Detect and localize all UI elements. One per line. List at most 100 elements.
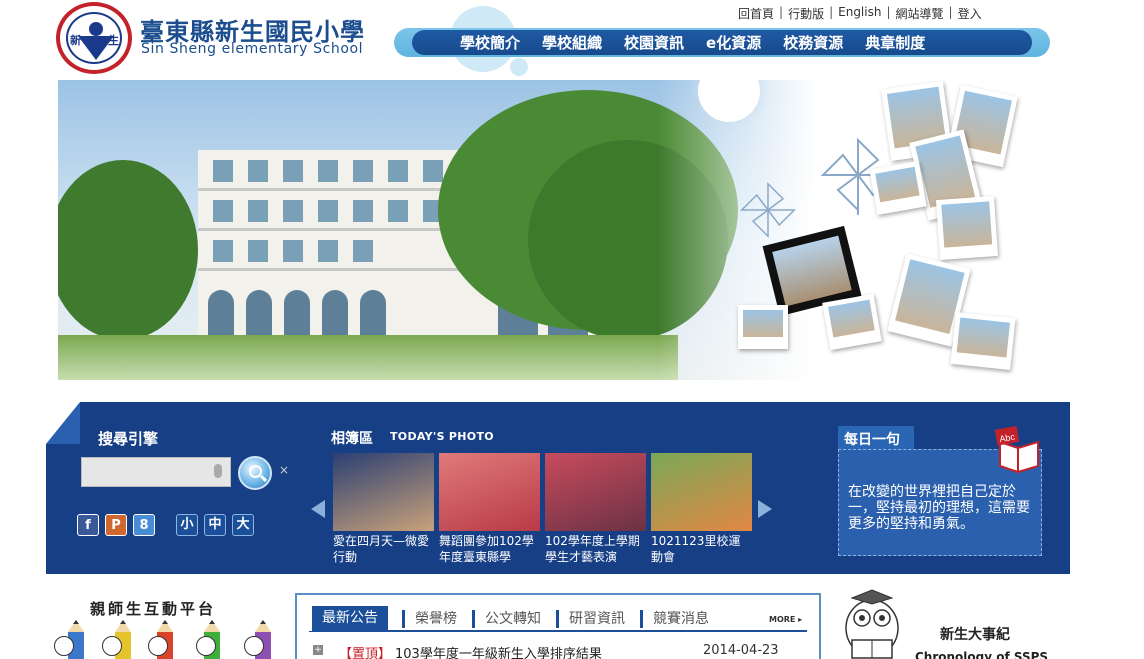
building-window — [248, 240, 268, 262]
top-link-sitemap[interactable]: 網站導覽 — [896, 5, 944, 22]
search-input[interactable] — [81, 457, 231, 487]
building-window — [248, 160, 268, 182]
photo-image — [875, 166, 920, 203]
owl-professor-icon[interactable] — [834, 588, 910, 659]
photo-image — [941, 201, 993, 248]
nav-campus-info[interactable]: 校園資訊 — [624, 32, 684, 53]
clear-search-icon[interactable]: × — [279, 463, 289, 477]
album-photo[interactable] — [333, 453, 434, 531]
search-button[interactable] — [238, 456, 272, 490]
logo-char-right: 生 — [108, 34, 119, 47]
nav-e-resources[interactable]: e化資源 — [706, 32, 761, 53]
album-next-arrow-icon[interactable] — [758, 500, 772, 518]
logo-char-left: 新 — [70, 34, 81, 47]
top-links: 回首頁 | 行動版 | English | 網站導覽 | 登入 — [738, 5, 982, 22]
search-icon-handle — [259, 474, 268, 483]
news-date: 2014-04-23 — [703, 643, 779, 658]
search-title: 搜尋引擎 — [98, 430, 159, 448]
nav-organization[interactable]: 學校組織 — [542, 32, 602, 53]
banner-photo — [950, 312, 1016, 370]
photo-image — [828, 299, 875, 338]
logo-dot — [89, 22, 103, 36]
font-size-small-button[interactable]: 小 — [176, 514, 198, 536]
student-face-icon — [148, 636, 168, 656]
building-arch — [322, 290, 348, 336]
student-face-icon — [54, 636, 74, 656]
album-photo[interactable] — [439, 453, 540, 531]
album-caption[interactable]: 舞蹈團參加102學年度臺東縣學 — [439, 533, 540, 565]
album-subtitle: TODAY'S PHOTO — [390, 430, 494, 443]
facebook-icon[interactable]: f — [77, 514, 99, 536]
microphone-icon[interactable] — [214, 464, 222, 478]
nav-admin-resources[interactable]: 校務資源 — [783, 32, 843, 53]
campus-banner — [58, 80, 1053, 380]
chronicle-subtitle: Chronology of SSPS — [915, 650, 1049, 659]
plurk-icon[interactable]: P — [105, 514, 127, 536]
daily-quote-title: 每日一句 — [838, 426, 914, 450]
decor-bubble — [510, 58, 528, 76]
album-caption[interactable]: 愛在四月天—微愛行動 — [333, 533, 434, 565]
album-photo[interactable] — [545, 453, 646, 531]
building-arch — [360, 290, 386, 336]
building-window — [283, 160, 303, 182]
top-link-english[interactable]: English — [838, 5, 881, 22]
font-size-large-button[interactable]: 大 — [232, 514, 254, 536]
page: 新 生 臺東縣新生國民小學 Sin Sheng elementary Schoo… — [0, 0, 1144, 659]
google-plus-icon[interactable]: 8 — [133, 514, 155, 536]
building-window — [423, 160, 443, 182]
nav-about[interactable]: 學校簡介 — [460, 32, 520, 53]
tab-honors[interactable]: 榮譽榜 — [402, 609, 466, 628]
separator: | — [829, 5, 834, 19]
top-link-mobile[interactable]: 行動版 — [788, 5, 824, 22]
building-arch — [284, 290, 310, 336]
news-title[interactable]: 103學年度一年級新生入學排序結果 — [395, 643, 602, 659]
plus-icon: + — [313, 645, 323, 655]
news-pinned-tag: 【置頂】 — [339, 647, 392, 659]
photo-image — [772, 235, 852, 307]
separator: | — [886, 5, 891, 19]
panel-corner — [46, 402, 80, 444]
banner-photo — [738, 305, 788, 349]
student-face-icon — [244, 636, 264, 656]
building-window — [318, 160, 338, 182]
building-window — [213, 200, 233, 222]
interaction-platform-title[interactable]: 親師生互動平台 — [90, 598, 216, 619]
nav-regulations[interactable]: 典章制度 — [865, 32, 925, 53]
building-window — [353, 160, 373, 182]
building-window — [353, 200, 373, 222]
pinwheel-icon — [739, 181, 797, 239]
album-prev-arrow-icon[interactable] — [311, 500, 325, 518]
album-photo[interactable] — [651, 453, 752, 531]
tab-documents[interactable]: 公文轉知 — [472, 609, 550, 628]
student-face-icon — [196, 636, 216, 656]
building-window — [213, 160, 233, 182]
student-face-icon — [102, 636, 122, 656]
building-window — [318, 200, 338, 222]
banner-photo — [935, 196, 999, 260]
banner-lawn — [58, 335, 678, 380]
book-icon: Abc — [994, 426, 1039, 474]
tab-latest-news[interactable]: 最新公告 — [309, 606, 388, 631]
logo-emblem: 新 生 — [66, 12, 122, 64]
top-link-home[interactable]: 回首頁 — [738, 5, 774, 22]
tab-workshops[interactable]: 研習資訊 — [556, 609, 634, 628]
photo-image — [956, 317, 1011, 358]
main-nav-bar: 學校簡介 學校組織 校園資訊 e化資源 校務資源 典章制度 — [412, 30, 1032, 55]
building-window — [213, 240, 233, 262]
album-title: 相簿區 — [331, 431, 373, 447]
banner-photo — [869, 161, 927, 215]
top-link-login[interactable]: 登入 — [958, 5, 982, 22]
school-logo[interactable]: 新 生 — [56, 2, 132, 74]
main-nav: 學校簡介 學校組織 校園資訊 e化資源 校務資源 典章制度 — [394, 28, 1050, 57]
separator: | — [779, 5, 784, 19]
tab-competitions[interactable]: 競賽消息 — [640, 609, 718, 628]
news-item[interactable]: + 【置頂】 103學年度一年級新生入學排序結果 2014-04-23 — [313, 643, 809, 659]
album-caption[interactable]: 1021123里校運動會 — [651, 533, 752, 565]
album-caption[interactable]: 102學年度上學期學生才藝表演 — [545, 533, 646, 565]
building-window — [353, 240, 373, 262]
building-arch — [246, 290, 272, 336]
more-link[interactable]: MORE ▸ — [769, 615, 802, 624]
font-size-medium-button[interactable]: 中 — [204, 514, 226, 536]
chronicle-title[interactable]: 新生大事紀 — [940, 624, 1010, 644]
school-name-en: Sin Sheng elementary School — [141, 41, 364, 57]
